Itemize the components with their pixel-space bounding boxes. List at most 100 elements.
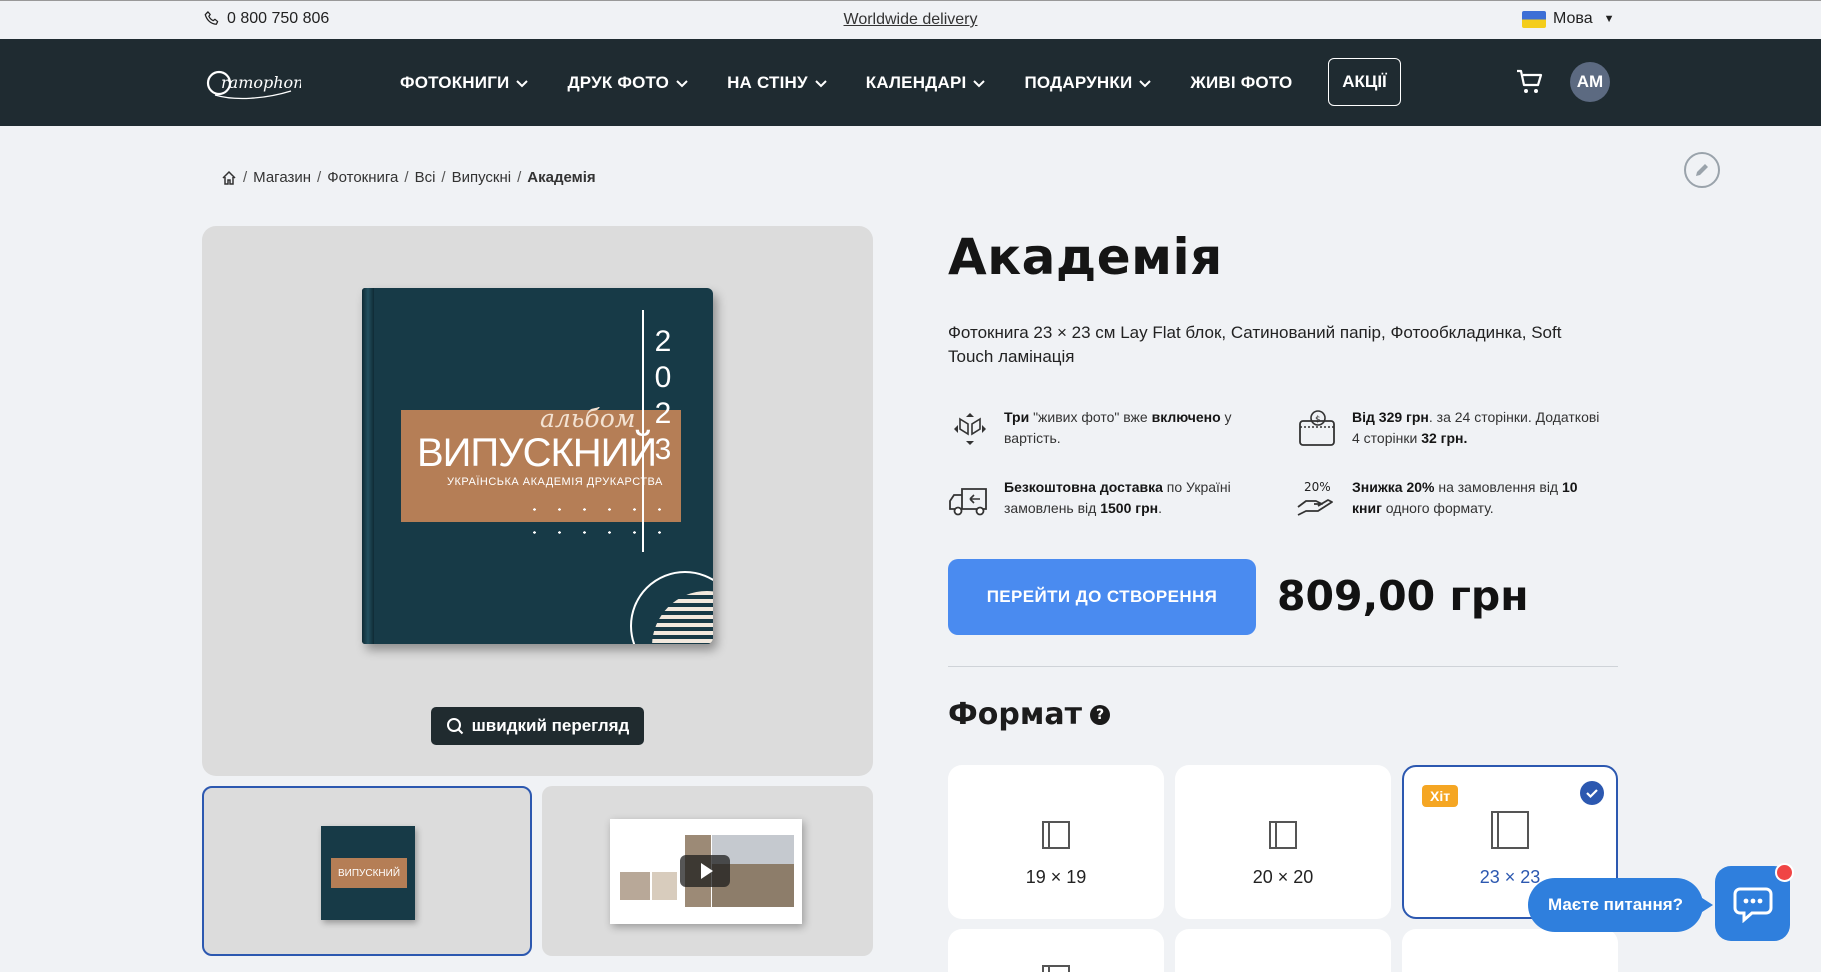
feature-bold: 1500 грн bbox=[1100, 500, 1159, 516]
feature-text: Знижка 20% на замовлення від 10 книг одн… bbox=[1352, 477, 1606, 521]
feature-bold: Безкоштовна доставка bbox=[1004, 479, 1163, 495]
help-icon[interactable]: ? bbox=[1090, 704, 1110, 725]
chevron-down-icon bbox=[676, 79, 688, 87]
chevron-down-icon bbox=[973, 79, 986, 87]
product-title: Академія bbox=[948, 228, 1223, 286]
breadcrumb-separator: / bbox=[517, 169, 522, 186]
nav-photobooks[interactable]: ФОТОКНИГИ bbox=[400, 73, 529, 93]
mini-band: ВИПУСКНИЙ bbox=[331, 858, 407, 888]
breadcrumb-photobook[interactable]: Фотокнига bbox=[327, 169, 398, 186]
chevron-down-icon bbox=[1139, 79, 1152, 87]
language-label: Мова bbox=[1553, 10, 1593, 27]
thumbnail-spread-image bbox=[610, 819, 802, 924]
breadcrumb-graduation[interactable]: Випускні bbox=[452, 169, 512, 186]
spread-photo bbox=[652, 872, 677, 900]
feature-plain: на замовлення від bbox=[1434, 479, 1562, 495]
nav-label: ПОДАРУНКИ bbox=[1024, 72, 1133, 92]
check-icon bbox=[1580, 781, 1604, 805]
breadcrumb-separator: / bbox=[404, 169, 409, 186]
top-strip: 0 800 750 806 Worldwide delivery Мова ▼ bbox=[0, 0, 1821, 39]
feature-text: Безкоштовна доставка по Україні замовлен… bbox=[1004, 477, 1258, 521]
square-book-icon bbox=[1269, 821, 1297, 849]
nav-label: КАЛЕНДАРІ bbox=[865, 72, 967, 92]
chat-icon bbox=[1733, 887, 1772, 923]
chat-prompt[interactable]: Маєте питання? bbox=[1528, 878, 1713, 932]
nav-photo-print[interactable]: ДРУК ФОТО bbox=[567, 73, 689, 93]
nav-calendars[interactable]: КАЛЕНДАРІ bbox=[866, 73, 987, 93]
breadcrumb-all[interactable]: Всі bbox=[415, 169, 436, 186]
svg-text:ramophone: ramophone bbox=[221, 73, 301, 92]
breadcrumb-separator: / bbox=[243, 169, 248, 186]
feature-live-photos: Три "живих фото" вже включено у вартість… bbox=[948, 407, 1258, 451]
pencil-icon bbox=[1696, 164, 1708, 176]
notification-dot bbox=[1775, 863, 1794, 882]
format-heading-label: Формат bbox=[948, 697, 1082, 732]
format-option[interactable] bbox=[1175, 929, 1391, 972]
divider bbox=[948, 666, 1618, 667]
cover-year: 2 0 2 3 bbox=[650, 324, 676, 468]
square-book-icon bbox=[1491, 811, 1529, 849]
home-icon[interactable] bbox=[221, 170, 237, 186]
feature-price: $ Від 329 грн. за 24 сторінки. Додаткові… bbox=[1296, 407, 1606, 451]
square-book-icon bbox=[1042, 821, 1070, 849]
nav-label: НА СТІНУ bbox=[727, 72, 808, 92]
hit-badge: Хіт bbox=[1422, 785, 1459, 807]
cover-title: ВИПУСКНИЙ bbox=[417, 431, 657, 475]
feature-discount: 20% Знижка 20% на замовлення від 10 книг… bbox=[1296, 477, 1606, 521]
chevron-down-icon bbox=[516, 79, 529, 87]
photobook-cover-image: альбом ВИПУСКНИЙ УКРАЇНСЬКА АКАДЕМІЯ ДРУ… bbox=[362, 288, 713, 644]
feature-text: Від 329 грн. за 24 сторінки. Додаткові 4… bbox=[1352, 407, 1606, 451]
chevron-down-icon bbox=[815, 79, 827, 87]
live-photo-icon bbox=[954, 413, 986, 445]
user-avatar[interactable]: AM bbox=[1570, 62, 1610, 102]
nav-label: ФОТОКНИГИ bbox=[400, 72, 510, 92]
square-book-icon bbox=[1042, 965, 1070, 972]
gramophone-logo[interactable]: ramophone bbox=[205, 61, 301, 105]
feature-bold: Знижка 20% bbox=[1352, 479, 1435, 495]
format-label: 20 × 20 bbox=[1252, 867, 1314, 887]
feature-plain: одного формату. bbox=[1381, 500, 1494, 516]
thumbnail-cover[interactable]: ВИПУСКНИЙ bbox=[202, 786, 532, 956]
ukraine-flag-icon bbox=[1522, 10, 1546, 28]
nav-live-photos[interactable]: ЖИВІ ФОТО bbox=[1190, 73, 1292, 93]
nav-label: ЖИВІ ФОТО bbox=[1190, 72, 1293, 92]
feature-bold: 32 грн. bbox=[1421, 430, 1468, 446]
caret-down-icon: ▼ bbox=[1603, 13, 1615, 25]
cart-icon[interactable] bbox=[1516, 69, 1544, 95]
year-digit: 2 bbox=[654, 325, 672, 358]
quick-view-button[interactable]: швидкий перегляд bbox=[431, 707, 644, 745]
format-option[interactable] bbox=[1402, 929, 1618, 972]
thumbnail-book-image: ВИПУСКНИЙ bbox=[321, 826, 415, 920]
format-heading: Формат ? bbox=[948, 697, 1110, 732]
cover-stripes bbox=[630, 571, 713, 644]
feature-bold: Три bbox=[1004, 409, 1030, 425]
format-option-20[interactable]: 20 × 20 bbox=[1175, 765, 1391, 919]
breadcrumb-separator: / bbox=[441, 169, 446, 186]
nav-wall[interactable]: НА СТІНУ bbox=[727, 73, 828, 93]
breadcrumb-current: Академія bbox=[527, 169, 596, 186]
quick-view-label: швидкий перегляд bbox=[471, 716, 630, 735]
promo-button[interactable]: АКЦІЇ bbox=[1328, 58, 1401, 106]
year-digit: 0 bbox=[654, 361, 672, 394]
play-icon[interactable] bbox=[680, 855, 730, 887]
discount-hand-icon: 20% bbox=[1297, 480, 1333, 516]
feature-bold: Від 329 грн bbox=[1352, 409, 1429, 425]
format-option[interactable] bbox=[948, 929, 1164, 972]
search-icon bbox=[446, 718, 463, 735]
start-creating-button[interactable]: ПЕРЕЙТИ ДО СТВОРЕННЯ bbox=[948, 559, 1256, 635]
product-description: Фотокнига 23 × 23 см Lay Flat блок, Сати… bbox=[948, 323, 1562, 366]
nav-label: ДРУК ФОТО bbox=[567, 72, 670, 92]
delivery-link[interactable]: Worldwide delivery bbox=[844, 11, 978, 28]
cover-script: альбом bbox=[540, 404, 636, 433]
edit-button[interactable] bbox=[1684, 152, 1720, 188]
format-option-19[interactable]: 19 × 19 bbox=[948, 765, 1164, 919]
feature-bold: включено bbox=[1151, 409, 1221, 425]
thumbnail-video[interactable] bbox=[542, 786, 873, 956]
delivery-truck-icon bbox=[949, 488, 987, 516]
breadcrumb-separator: / bbox=[317, 169, 322, 186]
feature-text: Три "живих фото" вже включено у вартість… bbox=[1004, 407, 1258, 451]
cover-subtitle: УКРАЇНСЬКА АКАДЕМІЯ ДРУКАРСТВА bbox=[447, 476, 663, 488]
breadcrumb-shop[interactable]: Магазин bbox=[253, 169, 311, 186]
nav-gifts[interactable]: ПОДАРУНКИ bbox=[1024, 73, 1152, 93]
language-selector[interactable]: Мова ▼ bbox=[1522, 10, 1615, 28]
